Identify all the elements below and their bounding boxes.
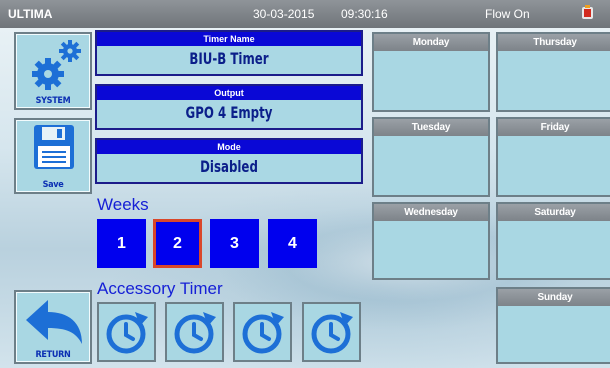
output-field[interactable]: Output GPO 4 Empty	[95, 84, 363, 130]
day-thursday-label: Thursday	[498, 34, 610, 51]
accessory-timer-button-2[interactable]	[165, 302, 224, 362]
day-tuesday[interactable]: Tuesday	[372, 117, 490, 197]
time-display: 09:30:16	[341, 7, 388, 21]
return-label: RETURN	[35, 350, 71, 360]
output-value: GPO 4 Empty	[185, 103, 273, 122]
floppy-disk-icon	[34, 125, 74, 169]
accessory-timer-button-3[interactable]	[233, 302, 292, 362]
mode-label: Mode	[97, 140, 361, 154]
system-button[interactable]: SYSTEM	[14, 32, 92, 110]
day-wednesday-label: Wednesday	[374, 204, 488, 221]
day-friday[interactable]: Friday	[496, 117, 610, 197]
day-monday-label: Monday	[374, 34, 488, 51]
day-monday[interactable]: Monday	[372, 32, 490, 112]
alarm-icon[interactable]	[581, 5, 594, 21]
clock-icon	[311, 312, 353, 354]
flow-status: Flow On	[485, 7, 530, 21]
day-friday-label: Friday	[498, 119, 610, 136]
return-button[interactable]: RETURN	[14, 290, 92, 364]
week-button-2[interactable]: 2	[153, 219, 202, 268]
status-bar: ULTIMA 30-03-2015 09:30:16 Flow On	[0, 0, 610, 28]
accessory-timer-label: Accessory Timer	[97, 279, 223, 298]
weeks-label: Weeks	[97, 195, 149, 214]
app-title: ULTIMA	[8, 7, 53, 21]
day-saturday-label: Saturday	[498, 204, 610, 221]
clock-icon	[106, 312, 148, 354]
system-label: SYSTEM	[35, 96, 71, 106]
accessory-timer-button-4[interactable]	[302, 302, 361, 362]
accessory-timer-button-1[interactable]	[97, 302, 156, 362]
timer-name-label: Timer Name	[97, 32, 361, 46]
day-sunday-label: Sunday	[498, 289, 610, 306]
week-button-4[interactable]: 4	[268, 219, 317, 268]
mode-field[interactable]: Mode Disabled	[95, 138, 363, 184]
clock-icon	[242, 312, 284, 354]
return-arrow-icon	[26, 300, 82, 344]
timer-name-field[interactable]: Timer Name BIU-B Timer	[95, 30, 363, 76]
day-tuesday-label: Tuesday	[374, 119, 488, 136]
save-button[interactable]: Save	[14, 118, 92, 194]
gear-icon	[32, 40, 81, 90]
day-wednesday[interactable]: Wednesday	[372, 202, 490, 280]
clock-icon	[174, 312, 216, 354]
week-button-3[interactable]: 3	[210, 219, 259, 268]
day-thursday[interactable]: Thursday	[496, 32, 610, 112]
mode-value: Disabled	[200, 157, 258, 176]
timer-name-value: BIU-B Timer	[189, 49, 269, 68]
date-display: 30-03-2015	[253, 7, 315, 21]
week-button-1[interactable]: 1	[97, 219, 146, 268]
save-label: Save	[42, 180, 64, 190]
day-sunday[interactable]: Sunday	[496, 287, 610, 364]
day-saturday[interactable]: Saturday	[496, 202, 610, 280]
output-label: Output	[97, 86, 361, 100]
